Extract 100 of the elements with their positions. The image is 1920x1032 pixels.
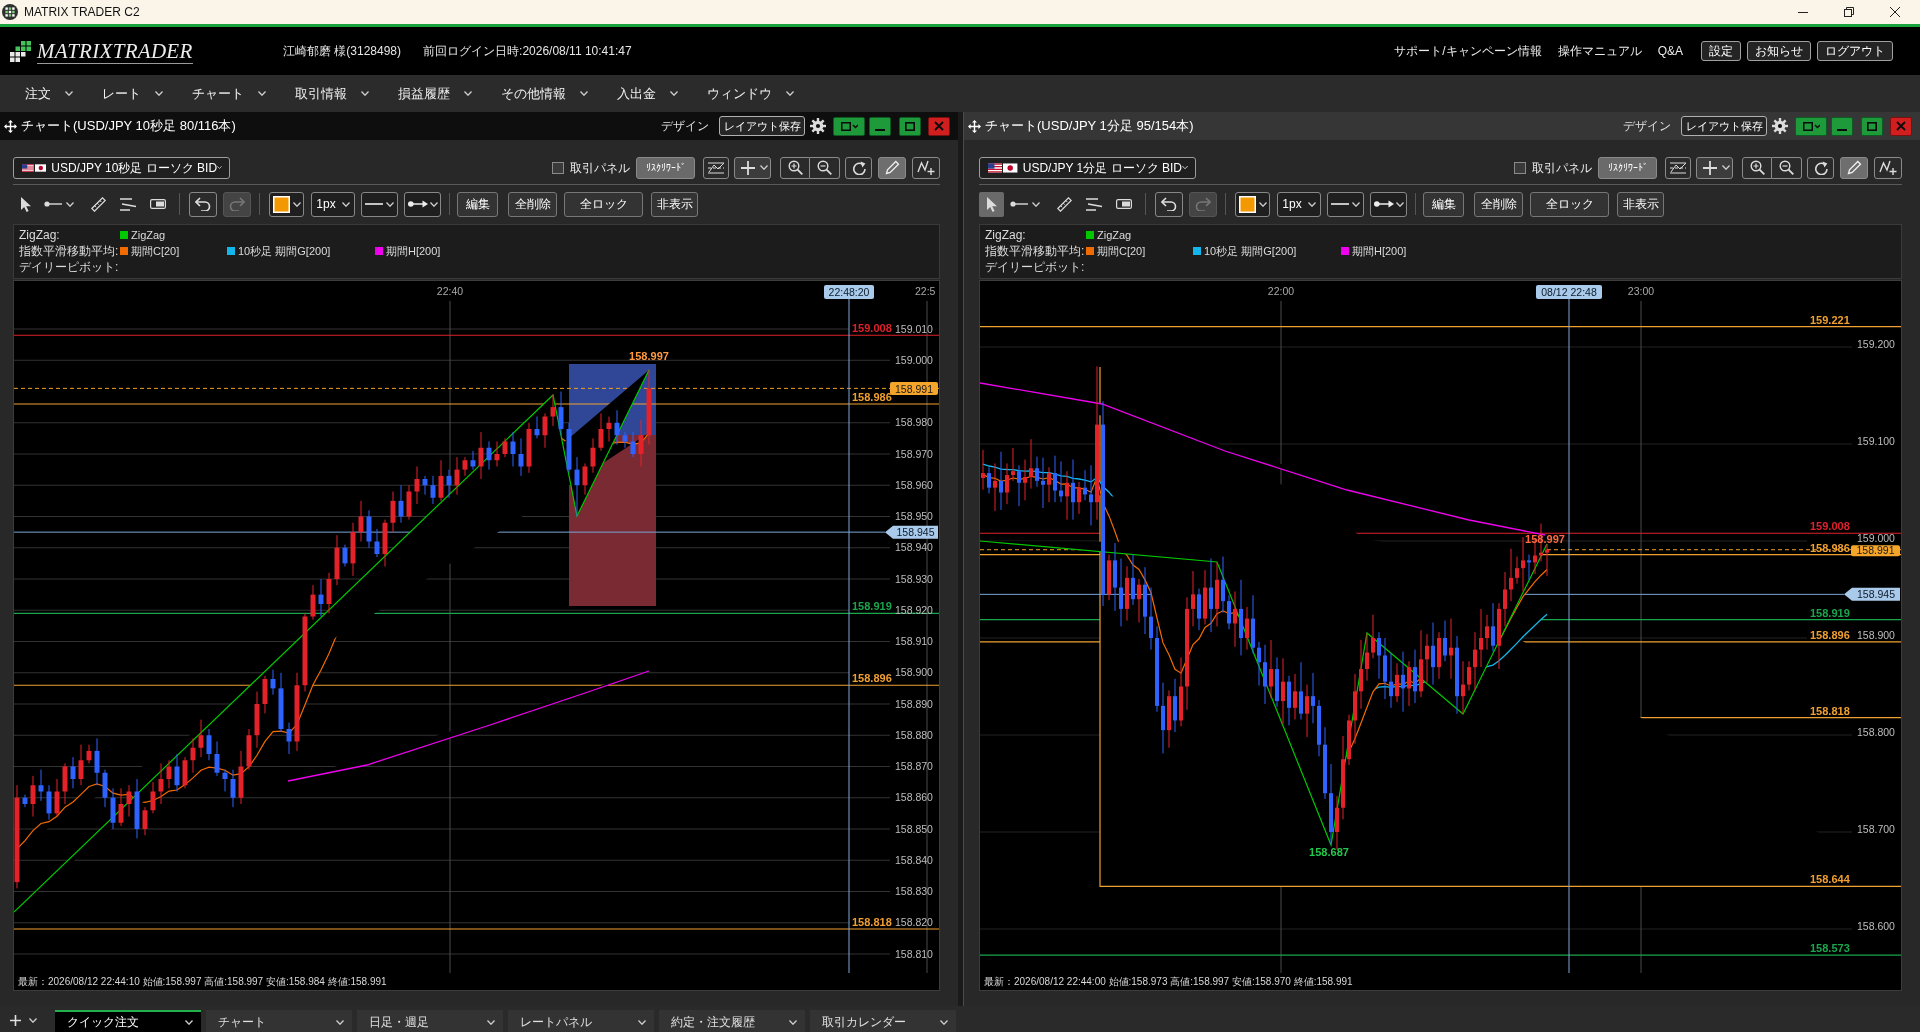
bottom-tab[interactable]: クイック注文 <box>55 1010 201 1032</box>
risk-reward-button[interactable]: ﾘｽｸﾘﾜｰﾄﾞ <box>1598 156 1657 179</box>
app-logo-icon <box>2 4 18 20</box>
maximize-button[interactable] <box>1861 116 1883 136</box>
price-axis-label: 158.980 <box>895 416 933 429</box>
checkbox[interactable] <box>552 161 564 174</box>
lock-all-button[interactable]: 全ロック <box>564 191 643 217</box>
window-menu-button[interactable] <box>1795 116 1827 136</box>
risk-reward-button[interactable]: ﾘｽｸﾘﾜｰﾄﾞ <box>636 156 695 179</box>
zoom-in-button[interactable] <box>780 156 810 179</box>
arrow-style-dropdown[interactable] <box>404 191 441 217</box>
settings-icon <box>1772 118 1788 134</box>
hide-button[interactable]: 非表示 <box>651 191 698 217</box>
edit-button[interactable]: 編集 <box>1423 191 1464 217</box>
symbol-dropdown[interactable]: USD/JPY 1分足 ローソク BID <box>979 156 1196 179</box>
header-link[interactable]: サポート/キャンペーン情報 <box>1394 42 1542 60</box>
indicator-button[interactable] <box>1665 156 1691 179</box>
close-button[interactable] <box>928 116 950 136</box>
price-axis-label: 158.920 <box>895 603 933 616</box>
caret-icon <box>1181 165 1188 170</box>
pencil-button[interactable] <box>878 156 906 179</box>
pencil-button[interactable] <box>1840 156 1868 179</box>
undo-button[interactable] <box>189 191 217 217</box>
indicator-button[interactable] <box>703 156 729 179</box>
menu-item[interactable]: チャート <box>192 83 266 104</box>
line-color-dropdown[interactable] <box>1235 191 1270 217</box>
minimize-button[interactable] <box>1831 116 1853 136</box>
layout-save-button[interactable]: レイアウト保存 <box>719 116 805 136</box>
line-color-dropdown[interactable] <box>269 191 304 217</box>
color-swatch-icon <box>272 195 290 213</box>
status-text: 最新：2026/08/12 22:44:00 始値:158.973 高値:158.997 安値:158.970 終値:158.991 <box>983 975 1354 989</box>
minimize-icon <box>1798 11 1808 13</box>
menu-item[interactable]: 注文 <box>25 83 73 104</box>
price-axis-label: 158.810 <box>895 947 933 960</box>
close-button[interactable] <box>1890 116 1912 136</box>
window-menu-button[interactable] <box>833 116 865 136</box>
price-extreme-label: 158.997 <box>1525 532 1565 545</box>
add-indicator-button[interactable] <box>912 156 940 179</box>
clear-all-button[interactable]: 全削除 <box>508 191 557 217</box>
caret-icon <box>789 1019 797 1025</box>
zoom-out-button[interactable] <box>1772 156 1802 179</box>
header-link[interactable]: Q&A <box>1657 42 1683 60</box>
window-menu-icon <box>840 121 858 131</box>
checkbox[interactable] <box>1514 161 1526 174</box>
price-level-label: 158.986 <box>1810 541 1850 554</box>
zoom-in-button[interactable] <box>1742 156 1772 179</box>
arrow-style-dropdown[interactable] <box>1370 191 1407 217</box>
legend-item-label: ZigZag <box>1097 227 1132 243</box>
caret-icon <box>1032 201 1040 207</box>
menu-item[interactable]: レート <box>102 83 163 104</box>
layout-save-button[interactable]: レイアウト保存 <box>1681 116 1767 136</box>
window-title: MATRIX TRADER C2 <box>24 4 140 21</box>
menu-item[interactable]: 損益履歴 <box>398 83 472 104</box>
refresh-button[interactable] <box>845 156 872 179</box>
crosshair-button[interactable] <box>734 156 771 179</box>
design-link[interactable]: デザイン <box>1623 117 1671 135</box>
bottom-tab[interactable]: レートパネル <box>508 1010 654 1032</box>
hide-button[interactable]: 非表示 <box>1617 191 1664 217</box>
header-button[interactable]: ログアウト <box>1817 41 1893 61</box>
clear-all-button[interactable]: 全削除 <box>1474 191 1523 217</box>
caret-icon <box>429 201 438 207</box>
design-link[interactable]: デザイン <box>661 117 709 135</box>
menu-item[interactable]: 入出金 <box>617 83 678 104</box>
header-link[interactable]: 操作マニュアル <box>1557 42 1642 60</box>
add-indicator-button[interactable] <box>1874 156 1902 179</box>
trade-panel-label: 取引パネル <box>570 159 630 177</box>
rectangle-icon <box>149 199 166 209</box>
maximize-button[interactable] <box>899 116 921 136</box>
price-axis-label: 159.000 <box>895 353 933 366</box>
pointer-tool-button[interactable] <box>979 191 1004 217</box>
menu-item[interactable]: 取引情報 <box>295 83 369 104</box>
bottom-tab[interactable]: 約定・注文履歴 <box>659 1010 805 1032</box>
lock-all-button[interactable]: 全ロック <box>1530 191 1609 217</box>
crosshair-button[interactable] <box>1696 156 1733 179</box>
bottom-tab[interactable]: 取引カレンダー <box>810 1010 956 1032</box>
line-style-dropdown[interactable] <box>361 191 398 217</box>
legend-item-label: 期間C[20] <box>131 243 180 259</box>
close-icon <box>1890 7 1900 17</box>
line-style-dropdown[interactable] <box>1327 191 1364 217</box>
line-width-dropdown[interactable]: 1px <box>1277 191 1321 217</box>
price-axis-label: 158.930 <box>895 572 933 585</box>
caret-icon <box>670 91 678 96</box>
menu-item[interactable]: その他情報 <box>501 83 588 104</box>
settings-button[interactable] <box>1772 118 1788 134</box>
header-button[interactable]: 設定 <box>1701 41 1741 61</box>
minimize-button[interactable] <box>869 116 891 136</box>
bottom-tab[interactable]: チャート <box>206 1010 352 1032</box>
edit-button[interactable]: 編集 <box>457 191 498 217</box>
symbol-dropdown[interactable]: USD/JPY 10秒足 ローソク BID <box>13 156 230 179</box>
refresh-button[interactable] <box>1807 156 1834 179</box>
undo-button[interactable] <box>1155 191 1183 217</box>
menu-item[interactable]: ウィンドウ <box>707 83 794 104</box>
caret-icon <box>292 201 301 207</box>
line-tool-icon <box>44 201 62 207</box>
line-width-dropdown[interactable]: 1px <box>311 191 355 217</box>
zoom-in-icon <box>1749 160 1765 175</box>
header-button[interactable]: お知らせ <box>1747 41 1811 61</box>
settings-button[interactable] <box>810 118 826 134</box>
zoom-out-button[interactable] <box>810 156 840 179</box>
bottom-tab[interactable]: 日足・週足 <box>357 1010 503 1032</box>
